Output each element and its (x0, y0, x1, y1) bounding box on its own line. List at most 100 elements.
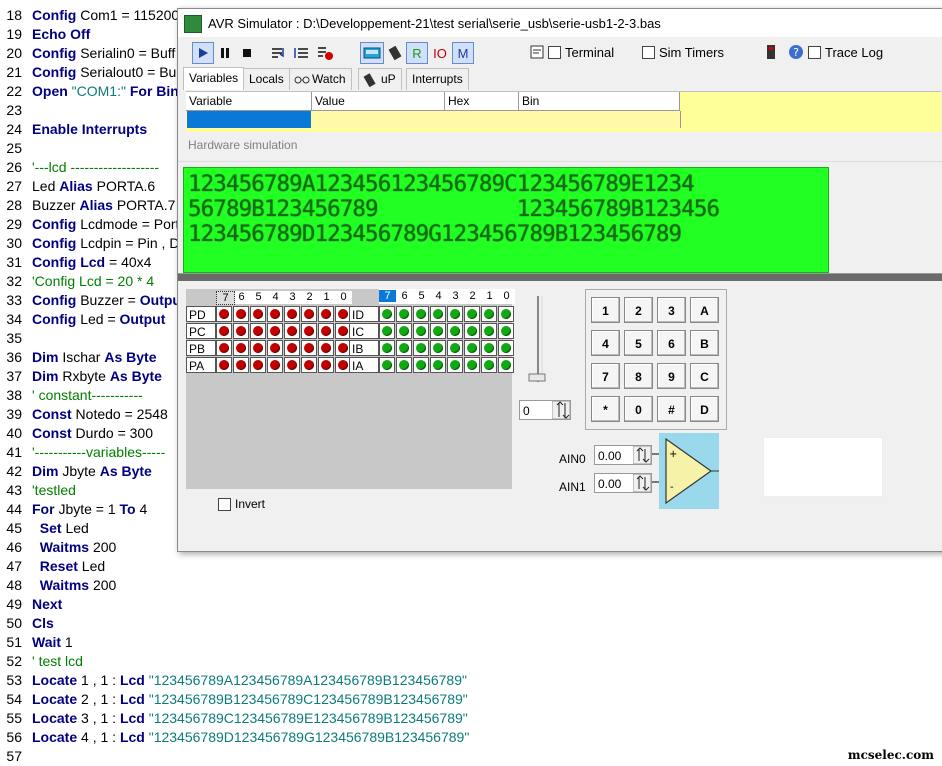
output-pin[interactable] (284, 306, 300, 322)
splitter-bar[interactable] (178, 273, 942, 281)
m-button[interactable]: M (452, 42, 474, 64)
r-button[interactable]: R (406, 42, 428, 64)
keypad-key[interactable]: # (657, 396, 686, 422)
column-hex[interactable]: Hex (445, 92, 519, 110)
input-pin[interactable] (464, 306, 480, 322)
code-line[interactable]: 37 Dim Rxbyte As Byte (0, 367, 162, 386)
output-pin[interactable] (284, 340, 300, 356)
input-pin[interactable] (447, 357, 463, 373)
code-line[interactable]: 23 (0, 101, 32, 120)
ain1-input[interactable]: 0.00 (594, 473, 652, 493)
keypad-key[interactable]: D (690, 396, 719, 422)
code-line[interactable]: 44 For Jbyte = 1 To 4 (0, 500, 147, 519)
input-pin[interactable] (413, 306, 429, 322)
terminal-checkbox[interactable] (548, 45, 561, 59)
code-line[interactable]: 34 Config Led = Output (0, 310, 165, 329)
code-line[interactable]: 26 '---lcd ------------------- (0, 158, 159, 177)
output-pin[interactable] (318, 340, 334, 356)
remote-button[interactable] (766, 42, 776, 62)
keypad-key[interactable]: A (690, 297, 719, 323)
output-pin[interactable] (284, 323, 300, 339)
code-line[interactable]: 20 Config Serialin0 = Buff (0, 44, 175, 63)
output-pin[interactable] (301, 323, 317, 339)
input-pin[interactable] (379, 306, 395, 322)
step-into-button[interactable] (268, 42, 290, 64)
tab-watch[interactable]: Watch (289, 68, 352, 90)
code-line[interactable]: 22 Open "COM1:" For Bin (0, 82, 178, 101)
input-pin[interactable] (447, 306, 463, 322)
output-pin[interactable] (250, 323, 266, 339)
keypad-key[interactable]: 2 (624, 297, 653, 323)
terminal-toggle[interactable]: Terminal (530, 42, 614, 62)
code-line[interactable]: 25 (0, 139, 32, 158)
run-to-button[interactable] (314, 42, 336, 64)
title-bar[interactable]: AVR Simulator : D:\Developpement-21\test… (178, 9, 942, 37)
output-pin[interactable] (318, 357, 334, 373)
input-pin[interactable] (498, 357, 514, 373)
code-line[interactable]: 39 Const Notedo = 2548 (0, 405, 167, 424)
trace-log-checkbox[interactable] (808, 45, 821, 59)
keypad-key[interactable]: 1 (591, 297, 620, 323)
input-pin[interactable] (481, 323, 497, 339)
code-line[interactable]: 28 Buzzer Alias PORTA.7 (0, 196, 175, 215)
output-pin[interactable] (250, 306, 266, 322)
invert-toggle[interactable]: Invert (218, 497, 265, 512)
output-pin[interactable] (267, 340, 283, 356)
input-pin[interactable] (413, 357, 429, 373)
output-pin[interactable] (250, 340, 266, 356)
keypad-key[interactable]: 0 (624, 396, 653, 422)
column-variable[interactable]: Variable (186, 92, 312, 110)
input-pin[interactable] (379, 323, 395, 339)
code-line[interactable]: 36 Dim Ischar As Byte (0, 348, 156, 367)
code-line[interactable]: 30 Config Lcdpin = Pin , D (0, 234, 179, 253)
output-pin[interactable] (233, 340, 249, 356)
variables-grid[interactable]: Variable Value Hex Bin (186, 91, 941, 132)
keypad-key[interactable]: 8 (624, 363, 653, 389)
io-button[interactable]: IO (428, 42, 452, 64)
code-line[interactable]: 38 ' constant----------- (0, 386, 142, 405)
chip-button[interactable] (384, 42, 406, 64)
output-pin[interactable] (301, 340, 317, 356)
keypad-key[interactable]: C (690, 363, 719, 389)
output-pin[interactable] (301, 306, 317, 322)
output-pin[interactable] (267, 306, 283, 322)
slider-value-spinner[interactable]: 0 (519, 400, 571, 420)
keypad-key[interactable]: 6 (657, 330, 686, 356)
input-pin[interactable] (430, 323, 446, 339)
code-line[interactable]: 53 Locate 1 , 1 : Lcd "123456789A12345678… (0, 671, 467, 690)
sim-timers-checkbox[interactable] (642, 45, 655, 59)
code-line[interactable]: 41 '-----------variables----- (0, 443, 165, 462)
sim-timers-toggle[interactable]: Sim Timers (642, 42, 724, 62)
code-line[interactable]: 46 Waitms 200 (0, 538, 116, 557)
code-line[interactable]: 47 Reset Led (0, 557, 105, 576)
code-line[interactable]: 52 ' test lcd (0, 652, 83, 671)
code-line[interactable]: 24 Enable Interrupts (0, 120, 147, 139)
output-pin[interactable] (318, 323, 334, 339)
input-pin[interactable] (379, 357, 395, 373)
run-button[interactable] (192, 42, 214, 64)
pause-button[interactable] (214, 42, 236, 64)
output-pin[interactable] (250, 357, 266, 373)
lcd-button[interactable] (360, 42, 384, 64)
keypad-key[interactable]: 3 (657, 297, 686, 323)
input-pin[interactable] (498, 323, 514, 339)
tab-interrupts[interactable]: Interrupts (406, 68, 469, 90)
output-pin[interactable] (216, 323, 232, 339)
code-line[interactable]: 33 Config Buzzer = Outpu (0, 291, 181, 310)
input-pin[interactable] (430, 340, 446, 356)
code-line[interactable]: 57 (0, 747, 32, 766)
code-line[interactable]: 42 Dim Jbyte As Byte (0, 462, 151, 481)
keypad-key[interactable]: 4 (591, 330, 620, 356)
code-line[interactable]: 29 Config Lcdmode = Port (0, 215, 179, 234)
help-button[interactable]: ? (788, 42, 804, 62)
output-pin[interactable] (233, 306, 249, 322)
code-line[interactable]: 51 Wait 1 (0, 633, 72, 652)
input-pin[interactable] (481, 340, 497, 356)
code-line[interactable]: 27 Led Alias PORTA.6 (0, 177, 155, 196)
input-pin[interactable] (464, 323, 480, 339)
output-pin[interactable] (233, 323, 249, 339)
keypad-key[interactable]: 7 (591, 363, 620, 389)
input-pin[interactable] (481, 357, 497, 373)
input-pin[interactable] (430, 306, 446, 322)
input-pin[interactable] (430, 357, 446, 373)
